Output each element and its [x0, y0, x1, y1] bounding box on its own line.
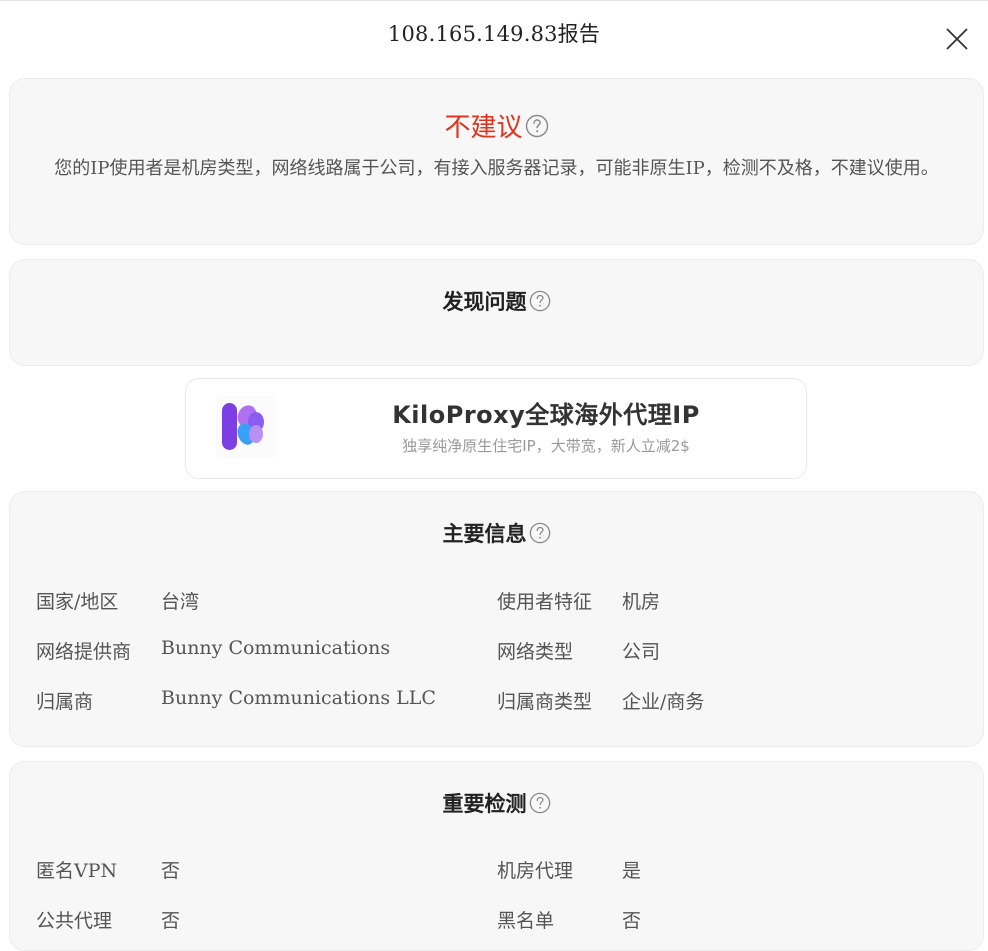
info-value: 机房 — [622, 591, 661, 613]
ad-title: KiloProxy全球海外代理IP — [392, 401, 700, 429]
verdict-card: 不建议 您的IP使用者是机房类型，网络线路属于公司，有接入服务器记录，可能非原生… — [9, 78, 984, 245]
info-value: 公司 — [622, 641, 661, 663]
info-label: 网络类型 — [497, 641, 574, 663]
kiloproxy-ad-banner[interactable]: KiloProxy全球海外代理IP 独享纯净原生住宅IP，大带宽，新人立减2$ — [185, 378, 807, 479]
close-icon — [946, 28, 968, 50]
close-button[interactable] — [944, 26, 970, 52]
info-label: 归属商类型 — [497, 691, 593, 713]
check-value: 是 — [622, 860, 642, 882]
info-value: 台湾 — [161, 591, 200, 613]
check-label: 匿名VPN — [36, 860, 118, 882]
issues-heading: 发现问题 — [10, 286, 983, 316]
issues-heading-label: 发现问题 — [442, 290, 527, 314]
check-label: 黑名单 — [497, 910, 555, 932]
main-info-card: 主要信息 国家/地区 台湾 使用者特征 机房 网络提供商 Bunny Commu… — [9, 491, 984, 747]
help-icon[interactable] — [529, 792, 551, 814]
info-label: 使用者特征 — [497, 591, 593, 613]
check-value: 否 — [622, 910, 642, 932]
checks-card: 重要检测 匿名VPN 否 机房代理 是 公共代理 否 黑名单 否 — [9, 761, 984, 951]
kiloproxy-logo-icon — [216, 396, 276, 458]
checks-heading: 重要检测 — [10, 788, 983, 818]
main-info-heading-label: 主要信息 — [442, 522, 527, 546]
help-icon[interactable] — [529, 290, 551, 312]
verdict-description: 您的IP使用者是机房类型，网络线路属于公司，有接入服务器记录，可能非原生IP，检… — [54, 158, 939, 179]
issues-card: 发现问题 — [9, 259, 984, 366]
info-label: 归属商 — [36, 691, 94, 713]
check-label: 机房代理 — [497, 860, 574, 882]
info-value: 企业/商务 — [622, 691, 705, 713]
check-value: 否 — [161, 910, 181, 932]
help-icon[interactable] — [529, 522, 551, 544]
info-value: Bunny Communications — [161, 637, 391, 659]
report-title: 108.165.149.83报告 — [387, 22, 601, 46]
info-label: 网络提供商 — [36, 641, 132, 663]
check-label: 公共代理 — [36, 910, 113, 932]
ad-subtitle: 独享纯净原生住宅IP，大带宽，新人立减2$ — [402, 437, 690, 455]
verdict-heading: 不建议 — [10, 107, 983, 144]
info-value: Bunny Communications LLC — [161, 687, 436, 709]
top-divider — [0, 0, 988, 3]
help-icon[interactable] — [525, 114, 549, 138]
main-info-heading: 主要信息 — [10, 518, 983, 548]
check-value: 否 — [161, 860, 181, 882]
verdict-label: 不建议 — [444, 113, 523, 143]
info-label: 国家/地区 — [36, 591, 119, 613]
checks-heading-label: 重要检测 — [442, 792, 527, 816]
report-header: 108.165.149.83报告 — [0, 14, 988, 54]
